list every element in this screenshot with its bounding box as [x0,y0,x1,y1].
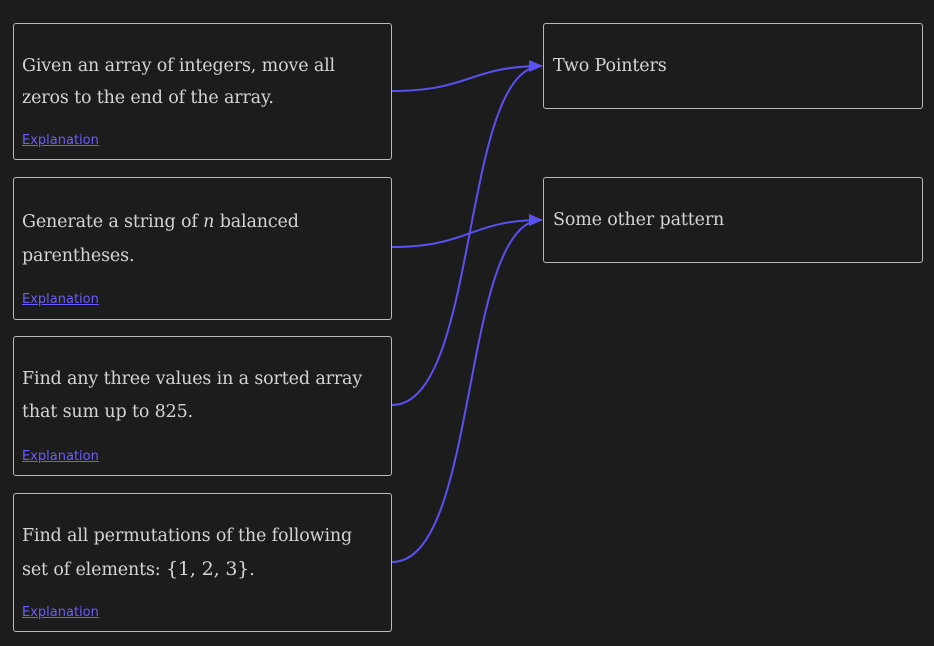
connector-q4-to-other-pattern [391,219,543,563]
explanation-link[interactable]: Explanation [22,292,99,307]
answer-label: Some other pattern [553,210,725,230]
question-card-4[interactable]: Find all permutations of the following s… [13,493,392,632]
math-variable: n [203,212,215,232]
explanation-link[interactable]: Explanation [22,449,99,464]
question-card-2[interactable]: Generate a string of n balanced parenthe… [13,177,392,320]
connector-q2-to-other-pattern [391,214,543,248]
question-text: Generate a string of n balanced parenthe… [22,205,383,273]
connector-q1-to-two-pointers [391,60,543,92]
answer-card-two-pointers[interactable]: Two Pointers [543,23,923,109]
question-text-part: . [249,560,255,580]
explanation-link[interactable]: Explanation [22,605,99,620]
connector-q3-to-two-pointers [391,65,543,406]
question-text: Find all permutations of the following s… [22,520,383,587]
math-set: {1, 2, 3} [165,558,250,580]
question-card-1[interactable]: Given an array of integers, move all zer… [13,23,392,160]
question-text: Given an array of integers, move all zer… [22,56,335,108]
answer-label: Two Pointers [553,56,667,76]
question-card-3[interactable]: Find any three values in a sorted array … [13,336,392,476]
question-text: Find any three values in a sorted array … [22,363,383,429]
answer-card-some-other-pattern[interactable]: Some other pattern [543,177,923,263]
question-text-part: Generate a string of [22,212,204,232]
math-number: 825 [154,402,188,422]
question-text-part: . [187,402,194,422]
explanation-link[interactable]: Explanation [22,133,99,148]
